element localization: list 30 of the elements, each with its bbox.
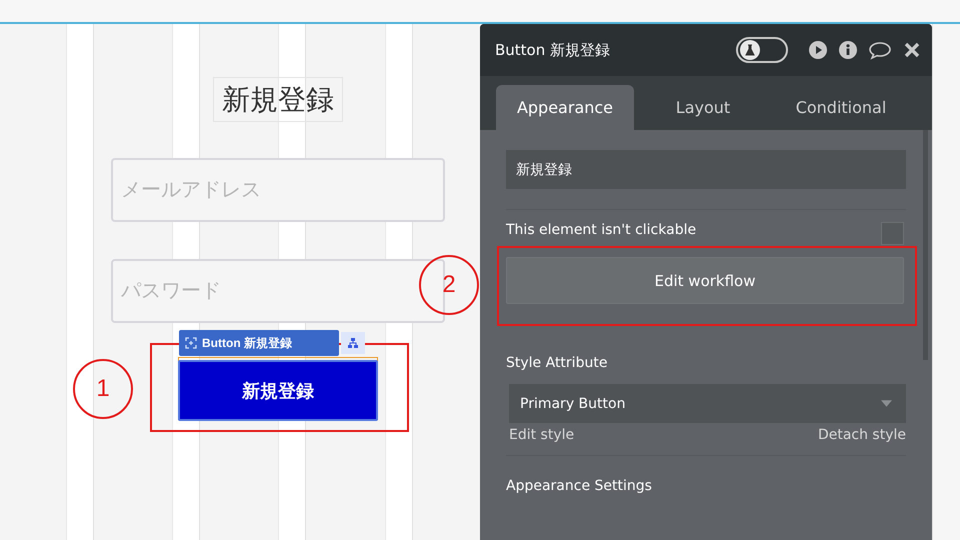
input-field[interactable]: パスワード — [111, 259, 445, 323]
checkbox[interactable] — [881, 222, 904, 245]
caret-icon — [881, 400, 892, 407]
section-label: Appearance Settings — [506, 478, 653, 494]
edit-workflow-button[interactable]: Edit workflow — [506, 257, 904, 304]
flask-icon — [740, 40, 760, 60]
input-field[interactable]: メールアドレス — [111, 158, 445, 222]
panel-title: Button 新規登録 — [495, 40, 610, 60]
text-field[interactable]: 新規登録 — [506, 150, 906, 189]
clickable-label: This element isn't clickable — [506, 222, 696, 238]
panel-tab[interactable]: Appearance — [496, 85, 634, 130]
comment-icon[interactable] — [868, 40, 892, 60]
panel-tab[interactable]: Conditional — [772, 85, 910, 130]
selection-text: Button 新規登録 — [202, 334, 292, 352]
panel-tab[interactable]: Layout — [634, 85, 772, 130]
section-label: Style Attribute — [506, 355, 608, 371]
resize-icon — [185, 337, 197, 349]
toggle-switch[interactable] — [736, 37, 788, 63]
signup-button[interactable]: 新規登録 — [178, 360, 378, 421]
edit-style-link[interactable]: Edit style — [509, 427, 574, 443]
detach-style-link[interactable]: Detach style — [818, 427, 906, 443]
step-number: 2 — [419, 255, 479, 315]
style-dropdown[interactable]: Primary Button — [509, 384, 906, 423]
scrollbar[interactable] — [923, 130, 928, 360]
play-icon[interactable] — [808, 40, 828, 60]
info-icon[interactable] — [838, 40, 858, 60]
page-heading: 新規登録 — [213, 77, 343, 122]
step-number: 1 — [73, 359, 133, 419]
close-icon[interactable] — [902, 40, 922, 60]
hierarchy-icon[interactable] — [341, 332, 365, 354]
